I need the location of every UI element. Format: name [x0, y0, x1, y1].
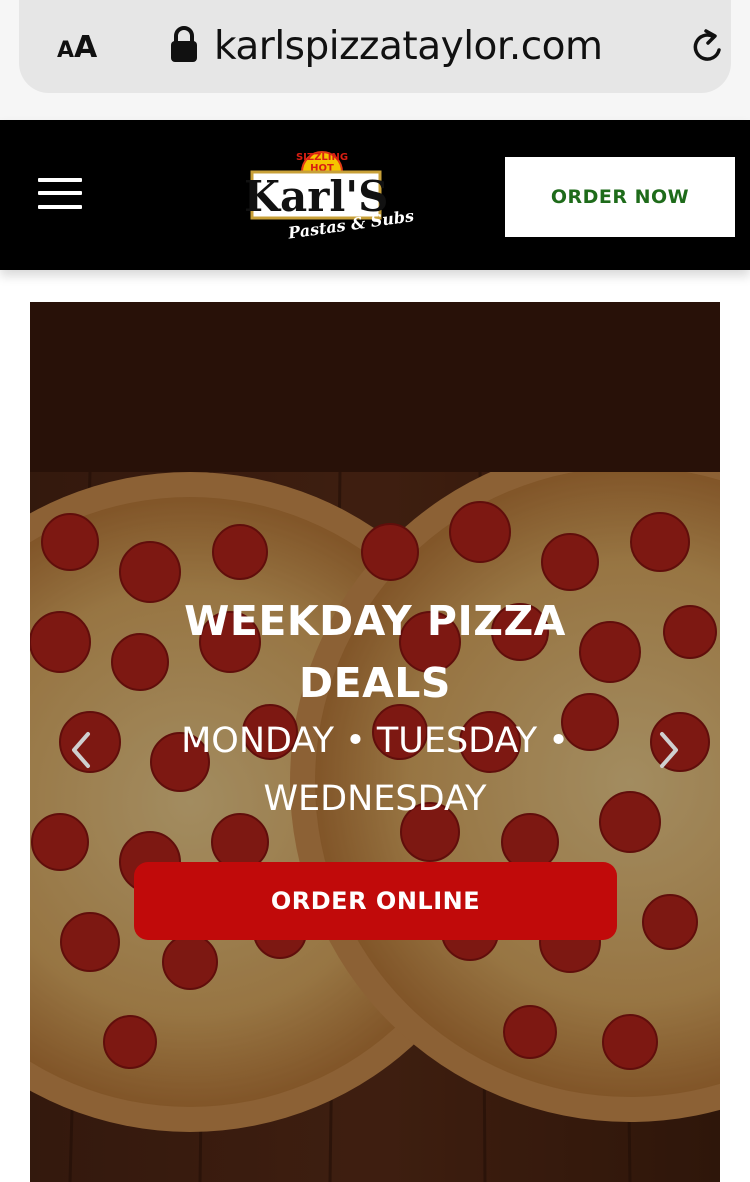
browser-toolbar: AA karlspizzataylor.com [0, 0, 750, 120]
karls-logo[interactable]: SIZZLING HOT PIZZA Karl'S Pastas & Subs [246, 148, 416, 242]
menu-icon[interactable] [38, 178, 82, 210]
hero-subtitle-line1: MONDAY • TUESDAY • [181, 721, 569, 761]
hero-title-line2: DEALS [299, 659, 451, 707]
hero-title-line1: WEEKDAY PIZZA [184, 597, 566, 645]
order-online-button[interactable]: ORDER ONLINE [134, 862, 617, 940]
site-header: SIZZLING HOT PIZZA Karl'S Pastas & Subs … [0, 120, 750, 270]
text-size-large-glyph: A [74, 30, 98, 65]
lock-icon [171, 26, 197, 62]
hero-subtitle-line2: WEDNESDAY [263, 779, 487, 819]
url-text[interactable]: karlspizzataylor.com [214, 22, 644, 72]
chevron-right-icon[interactable] [656, 730, 682, 770]
hero-title: WEEKDAY PIZZA DEALS [30, 590, 720, 714]
text-size-small-glyph: A [57, 38, 75, 63]
hero-slider: WEEKDAY PIZZA DEALS MONDAY • TUESDAY • W… [30, 302, 720, 1182]
hero-subtitle: MONDAY • TUESDAY • WEDNESDAY [30, 712, 720, 828]
text-size-button[interactable]: AA [57, 28, 97, 68]
chevron-left-icon[interactable] [68, 730, 94, 770]
order-now-button[interactable]: ORDER NOW [505, 157, 735, 237]
reload-icon[interactable] [689, 28, 727, 66]
svg-text:SIZZLING: SIZZLING [296, 152, 348, 163]
address-bar[interactable]: AA karlspizzataylor.com [19, 0, 731, 93]
